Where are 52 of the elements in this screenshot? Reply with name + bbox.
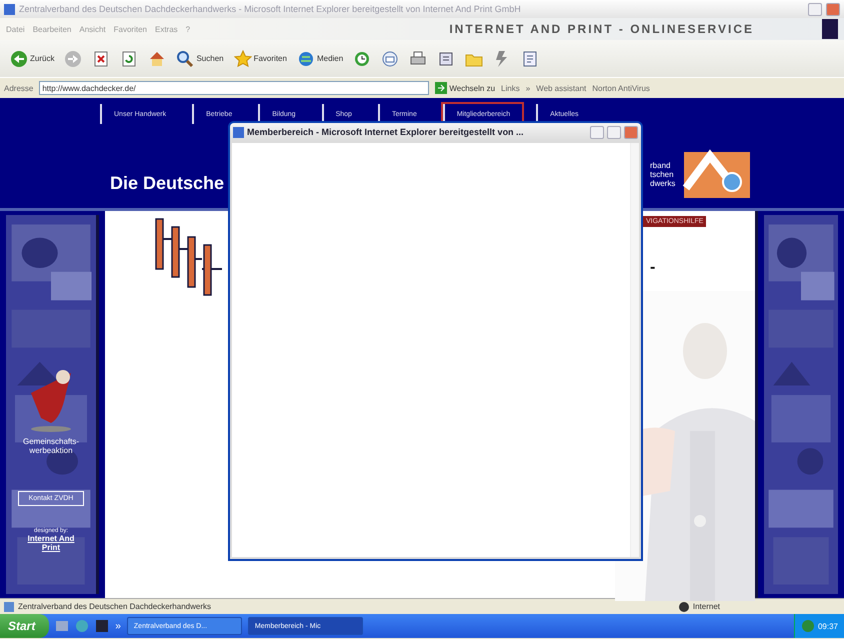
status-text: Zentralverband des Deutschen Dachdeckerhandwerks — [18, 602, 211, 611]
home-icon — [148, 50, 166, 68]
address-field[interactable]: http://www.dachdecker.de/ — [39, 81, 430, 95]
browser-icon — [4, 4, 15, 14]
close-button[interactable] — [826, 2, 840, 16]
web-assistant-button[interactable]: Web assistant — [536, 84, 586, 92]
brand-logo — [822, 19, 838, 39]
mail-icon — [381, 50, 400, 68]
go-button[interactable]: Wechseln zu — [435, 82, 496, 94]
scrollbar[interactable] — [630, 143, 639, 557]
popup-title: Memberbereich - Microsoft Internet Explorer bereitgestellt von ... — [247, 127, 525, 137]
site-heading: Die Deutsche — [110, 173, 224, 194]
favorites-button[interactable]: Favoriten — [232, 50, 289, 68]
stop-icon — [92, 50, 110, 68]
minimize-button[interactable] — [808, 2, 822, 16]
zone-label: Internet — [692, 602, 720, 611]
refresh-icon — [120, 50, 138, 68]
browser-icon[interactable] — [75, 619, 90, 633]
edit-icon — [437, 50, 456, 68]
search-button[interactable]: Suchen — [174, 50, 226, 68]
antivirus-button[interactable]: Norton AntiVirus — [592, 84, 650, 92]
globe-icon — [678, 602, 689, 612]
dash-mark: - — [650, 259, 656, 277]
back-button[interactable]: Zurück — [8, 50, 56, 68]
browser-icon — [233, 126, 244, 138]
arrow-icon — [435, 82, 448, 94]
desktop-icon[interactable] — [55, 619, 70, 633]
back-icon — [10, 50, 28, 68]
links-label[interactable]: Links — [501, 84, 520, 92]
save-icon[interactable] — [95, 619, 110, 633]
search-icon — [176, 50, 194, 68]
research-icon — [521, 50, 540, 68]
maximize-button[interactable] — [607, 126, 621, 138]
media-icon — [296, 50, 315, 68]
clock: 09:37 — [818, 622, 838, 630]
campaign-link[interactable]: Gemeinschafts-werbeaktion — [16, 437, 86, 455]
brand-title: INTERNET AND PRINT - ONLINESERVICE — [449, 22, 754, 36]
print-icon — [409, 50, 428, 68]
page-icon — [4, 602, 14, 612]
more-chevron[interactable]: » — [526, 84, 530, 92]
organization-name: rband tschen dwerks — [650, 160, 676, 188]
window-title: Zentralverband des Deutschen Dachdeckerhandwerks - Microsoft Internet Explorer bereitgestellt von Internet And Print GmbH — [19, 4, 522, 14]
more-chevron[interactable]: » — [115, 620, 121, 632]
forward-icon — [64, 50, 82, 68]
close-button[interactable] — [624, 126, 638, 138]
media-button[interactable]: Medien — [294, 50, 346, 68]
minimize-button[interactable] — [590, 126, 604, 138]
designer-link[interactable]: Internet And Print — [21, 534, 81, 552]
history-icon — [353, 50, 372, 68]
address-label: Adresse — [4, 84, 34, 92]
roof-logo-icon — [682, 148, 752, 200]
favorites-icon — [234, 50, 252, 68]
